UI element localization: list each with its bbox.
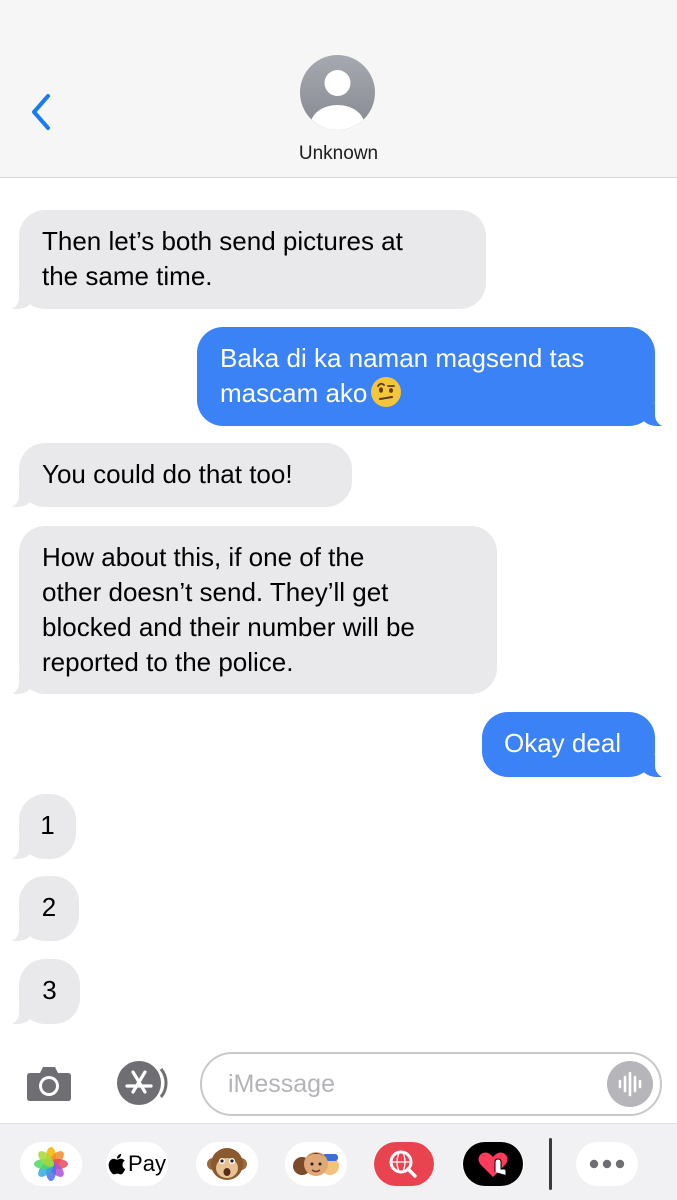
message-text: 2 <box>41 892 57 922</box>
message-bubble-incoming[interactable]: How about this, if one of the other does… <box>3 526 497 695</box>
message-bubble-incoming[interactable]: 1 <box>3 794 76 860</box>
monkey-animoji-icon[interactable] <box>207 1144 247 1184</box>
apple-pay-button[interactable]: Pay <box>106 1142 168 1186</box>
chevron-left-icon[interactable] <box>26 90 56 134</box>
digital-touch-button[interactable] <box>462 1142 524 1186</box>
audio-record-button[interactable] <box>607 1061 653 1107</box>
message-text: Okay deal <box>504 728 622 758</box>
face-with-raised-eyebrow-emoji-icon <box>371 377 402 407</box>
app-store-icon[interactable] <box>112 1059 172 1107</box>
web-image-search-icon[interactable] <box>373 1142 435 1186</box>
message-bubble-outgoing[interactable]: Baka di ka naman magsend tas mascam ako <box>197 327 671 427</box>
audio-waveform-icon[interactable] <box>607 1061 653 1107</box>
apple-pay-icon <box>108 1153 126 1175</box>
message-bubble-incoming[interactable]: 2 <box>3 876 79 942</box>
message-text: 1 <box>40 810 55 840</box>
message-bubble-outgoing[interactable]: Okay deal <box>482 712 671 778</box>
photos-app-button[interactable] <box>20 1142 82 1186</box>
drawer-separator <box>549 1138 552 1190</box>
message-text: 3 <box>42 975 57 1005</box>
more-apps-button[interactable] <box>576 1142 638 1186</box>
contact-avatar[interactable] <box>300 55 375 130</box>
contact-name[interactable]: Unknown <box>0 143 677 165</box>
apple-pay-label: Pay <box>128 1151 166 1176</box>
person-silhouette-icon <box>310 70 365 130</box>
app-store-button[interactable] <box>112 1059 172 1107</box>
camera-button[interactable] <box>26 1063 72 1103</box>
web-image-search-button[interactable] <box>373 1142 435 1186</box>
digital-touch-icon[interactable] <box>462 1142 524 1186</box>
camera-icon[interactable] <box>26 1063 72 1103</box>
photos-icon[interactable] <box>34 1147 68 1181</box>
message-input[interactable] <box>228 1064 588 1104</box>
conversation-header: Unknown <box>0 0 677 178</box>
app-drawer: Pay <box>0 1123 677 1200</box>
message-bubble-incoming[interactable]: 3 <box>3 959 80 1025</box>
message-text: How about this, if one of the other does… <box>42 542 415 677</box>
message-bubble-incoming[interactable]: You could do that too! <box>3 443 352 508</box>
animoji-app-button[interactable] <box>196 1142 258 1186</box>
message-thread: Then let’s both send pictures at the sam… <box>0 178 677 1045</box>
message-field[interactable] <box>200 1052 662 1116</box>
message-text: You could do that too! <box>42 459 293 489</box>
more-icon[interactable] <box>587 1159 627 1169</box>
message-text: Baka di ka naman magsend tas mascam ako <box>220 343 585 408</box>
memoji-app-button[interactable] <box>285 1142 347 1186</box>
memoji-icon[interactable] <box>292 1144 340 1184</box>
message-bubble-incoming[interactable]: Then let’s both send pictures at the sam… <box>3 210 486 310</box>
back-button[interactable] <box>26 90 56 134</box>
message-input-bar <box>0 1045 677 1123</box>
message-text: Then let’s both send pictures at the sam… <box>42 226 403 291</box>
